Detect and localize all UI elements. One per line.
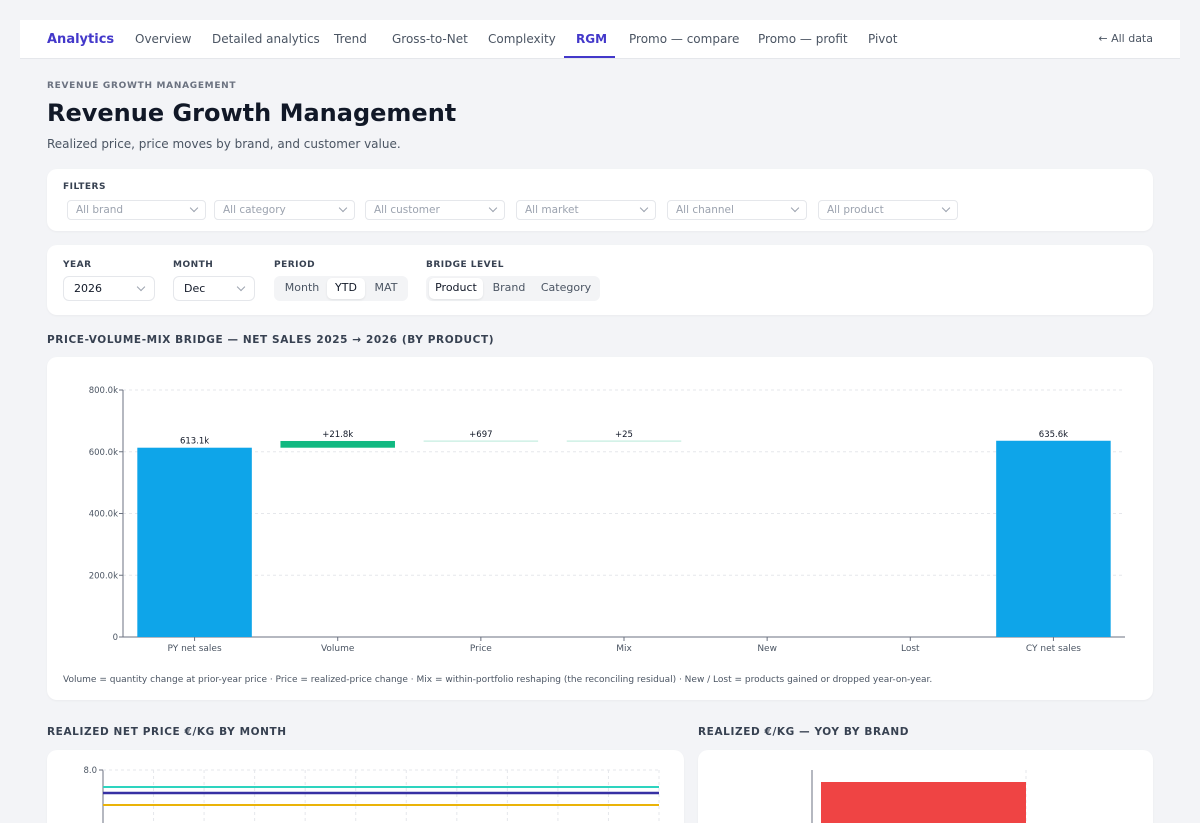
bridge-product-button[interactable]: Product [429, 278, 483, 299]
all-data-link[interactable]: ← All data [1098, 32, 1153, 45]
year-value: 2026 [74, 282, 102, 295]
period-label: PERIOD [274, 260, 316, 270]
period-mat-button[interactable]: MAT [367, 278, 405, 299]
bridge-footnote: Volume = quantity change at prior-year p… [63, 675, 933, 685]
customer-filter-value: All customer [374, 204, 440, 216]
year-select[interactable]: 2026 [63, 276, 155, 301]
chevron-down-icon [338, 203, 348, 213]
tab-gross-to-net[interactable]: Gross-to-Net [392, 32, 468, 46]
category-filter-value: All category [223, 204, 286, 216]
brand-filter-value: All brand [76, 204, 124, 216]
pvm-bridge-chart: 0 200.0k 400.0k 600.0k 800.0k 613.1k PY net sa… [89, 386, 1125, 654]
bar-mix [566, 440, 682, 442]
product-filter[interactable]: All product [818, 200, 958, 220]
tab-promo-compare[interactable]: Promo — compare [629, 32, 739, 46]
chevron-down-icon [488, 203, 498, 213]
chevron-down-icon [790, 203, 800, 213]
tab-overview[interactable]: Overview [135, 32, 192, 46]
controls-card: YEAR 2026 MONTH Dec PERIOD Month YTD MAT… [47, 245, 1153, 315]
market-filter[interactable]: All market [516, 200, 656, 220]
bridge-brand-button[interactable]: Brand [485, 278, 533, 299]
filters-card: FILTERS All brand All category All custo… [47, 169, 1153, 231]
chevron-down-icon [639, 203, 649, 213]
top-nav-bar: Analytics Overview Detailed analytics Tr… [20, 20, 1180, 59]
price-line-chart: 8.0 [83, 766, 660, 823]
app-brand[interactable]: Analytics [47, 32, 114, 47]
x-tick-label: Price [470, 644, 492, 654]
data-label: 635.6k [1039, 430, 1068, 440]
product-filter-value: All product [827, 204, 884, 216]
data-label: +25 [615, 430, 633, 440]
arrow-left-icon: ← [1098, 32, 1108, 45]
y-tick-label: 600.0k [89, 448, 118, 458]
tab-pivot[interactable]: Pivot [868, 32, 897, 46]
tab-detailed-analytics[interactable]: Detailed analytics [212, 32, 320, 46]
tab-promo-profit[interactable]: Promo — profit [758, 32, 848, 46]
bar-py-net-sales [137, 447, 252, 637]
x-tick-label: Mix [616, 644, 632, 654]
period-toggle: Month YTD MAT [274, 276, 408, 301]
month-select[interactable]: Dec [173, 276, 255, 301]
tab-complexity[interactable]: Complexity [488, 32, 556, 46]
month-label: MONTH [173, 260, 214, 270]
data-label: 613.1k [180, 437, 209, 447]
page-title: Revenue Growth Management [47, 99, 457, 127]
category-filter[interactable]: All category [214, 200, 355, 220]
chevron-down-icon [136, 282, 146, 292]
bar-cy-net-sales [996, 440, 1111, 637]
bridge-section-title: PRICE-VOLUME-MIX BRIDGE — NET SALES 2025… [47, 334, 495, 346]
page-subtitle: Realized price, price moves by brand, an… [47, 137, 401, 151]
tab-trend[interactable]: Trend [334, 32, 367, 46]
channel-filter-value: All channel [676, 204, 734, 216]
x-tick-label: New [757, 644, 777, 654]
bar-volume [280, 440, 395, 448]
active-tab-indicator [564, 56, 615, 58]
yoy-bar-chart [811, 770, 1027, 823]
brand-filter[interactable]: All brand [67, 200, 206, 220]
market-filter-value: All market [525, 204, 579, 216]
all-data-label: All data [1111, 32, 1153, 45]
y-tick-label: 200.0k [89, 571, 118, 581]
x-tick-label: Volume [321, 644, 355, 654]
tab-rgm[interactable]: RGM [576, 32, 607, 46]
month-value: Dec [184, 282, 206, 295]
chevron-down-icon [941, 203, 951, 213]
data-label: +21.8k [322, 430, 353, 440]
yoy-section-title: REALIZED €/KG — YOY BY BRAND [698, 726, 910, 738]
bar-price [423, 440, 539, 442]
yoy-bar [821, 782, 1026, 823]
chevron-down-icon [236, 282, 246, 292]
y-tick-label: 400.0k [89, 510, 118, 520]
bridge-level-toggle: Product Brand Category [426, 276, 600, 301]
chevron-down-icon [189, 203, 199, 213]
page-eyebrow: REVENUE GROWTH MANAGEMENT [47, 81, 237, 91]
y-tick-label: 0 [113, 633, 118, 643]
data-label: +697 [469, 430, 492, 440]
period-month-button[interactable]: Month [278, 278, 326, 299]
bridge-category-button[interactable]: Category [535, 278, 597, 299]
year-label: YEAR [63, 260, 92, 270]
channel-filter[interactable]: All channel [667, 200, 807, 220]
customer-filter[interactable]: All customer [365, 200, 505, 220]
x-tick-label: PY net sales [167, 644, 221, 654]
bridge-level-label: BRIDGE LEVEL [426, 260, 505, 270]
x-tick-label: Lost [901, 644, 920, 654]
y-tick-label: 8.0 [83, 766, 97, 776]
filters-label: FILTERS [63, 182, 106, 192]
x-tick-label: CY net sales [1026, 644, 1081, 654]
period-ytd-button[interactable]: YTD [327, 278, 365, 299]
y-tick-label: 800.0k [89, 386, 118, 396]
price-section-title: REALIZED NET PRICE €/KG BY MONTH [47, 726, 287, 738]
